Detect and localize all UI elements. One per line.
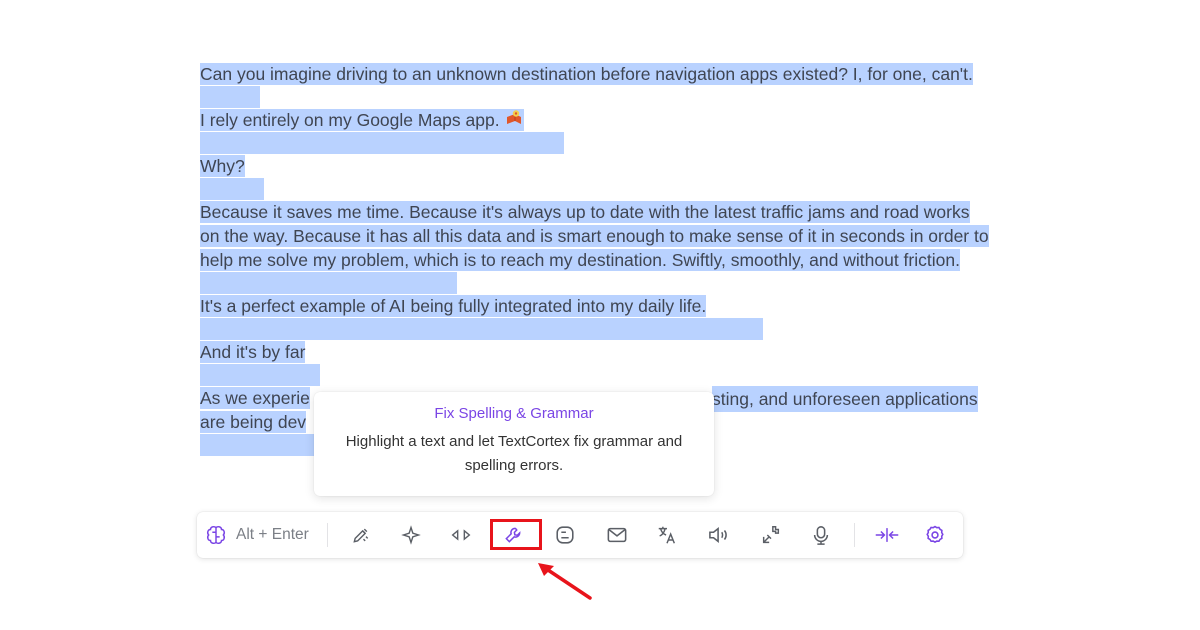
shortcut-label: Alt + Enter bbox=[236, 526, 309, 543]
voice-input-button[interactable] bbox=[803, 512, 839, 558]
paragraph-5: It's a perfect example of AI being fully… bbox=[200, 295, 707, 317]
map-emoji-icon bbox=[506, 110, 521, 124]
puzzle-icon bbox=[762, 526, 780, 544]
paragraph-4: Because it saves me time. Because it's a… bbox=[200, 201, 989, 271]
selection-gap bbox=[200, 178, 264, 200]
collapse-toolbar-button[interactable] bbox=[867, 512, 907, 558]
divider bbox=[327, 523, 328, 547]
blog-icon bbox=[556, 526, 574, 544]
feature-tooltip: Fix Spelling & Grammar Highlight a text … bbox=[314, 392, 714, 496]
read-aloud-button[interactable] bbox=[701, 512, 737, 558]
integrations-button[interactable] bbox=[753, 512, 789, 558]
selection-gap bbox=[200, 272, 457, 294]
brain-icon bbox=[206, 525, 226, 545]
textcortex-toolbar: Alt + Enter bbox=[197, 512, 963, 558]
divider bbox=[854, 523, 855, 547]
paragraph-2: I rely entirely on my Google Maps app. bbox=[200, 108, 1000, 132]
paragraph-3: Why? bbox=[200, 155, 245, 177]
selection-gap bbox=[200, 318, 763, 340]
sparkle-icon bbox=[401, 525, 421, 545]
translate-button[interactable] bbox=[649, 512, 685, 558]
selection-gap bbox=[200, 86, 260, 108]
pen-nib-icon bbox=[353, 528, 369, 543]
tooltip-description: Highlight a text and let TextCortex fix … bbox=[345, 433, 683, 474]
tooltip-title: Fix Spelling & Grammar bbox=[434, 405, 594, 422]
paragraph-6: And it's by far bbox=[200, 341, 306, 363]
translate-icon bbox=[658, 526, 676, 544]
rewrite-button[interactable] bbox=[343, 512, 379, 558]
arrows-expand-icon bbox=[451, 529, 471, 541]
blog-button[interactable] bbox=[547, 512, 583, 558]
collapse-icon bbox=[875, 528, 899, 542]
annotation-arrow-icon bbox=[538, 563, 592, 600]
mail-icon bbox=[607, 527, 627, 543]
highlighted-tool-indicator bbox=[490, 519, 542, 550]
email-button[interactable] bbox=[599, 512, 635, 558]
microphone-icon bbox=[813, 526, 829, 545]
paragraph-1: Can you imagine driving to an unknown de… bbox=[200, 63, 973, 85]
selection-gap bbox=[200, 132, 564, 154]
generate-button[interactable] bbox=[393, 512, 429, 558]
settings-icon bbox=[926, 525, 944, 544]
expand-button[interactable] bbox=[443, 512, 479, 558]
selection-gap bbox=[200, 364, 320, 386]
speaker-icon bbox=[709, 527, 727, 543]
settings-button[interactable] bbox=[917, 512, 953, 558]
ai-shortcut-button[interactable]: Alt + Enter bbox=[205, 512, 321, 558]
